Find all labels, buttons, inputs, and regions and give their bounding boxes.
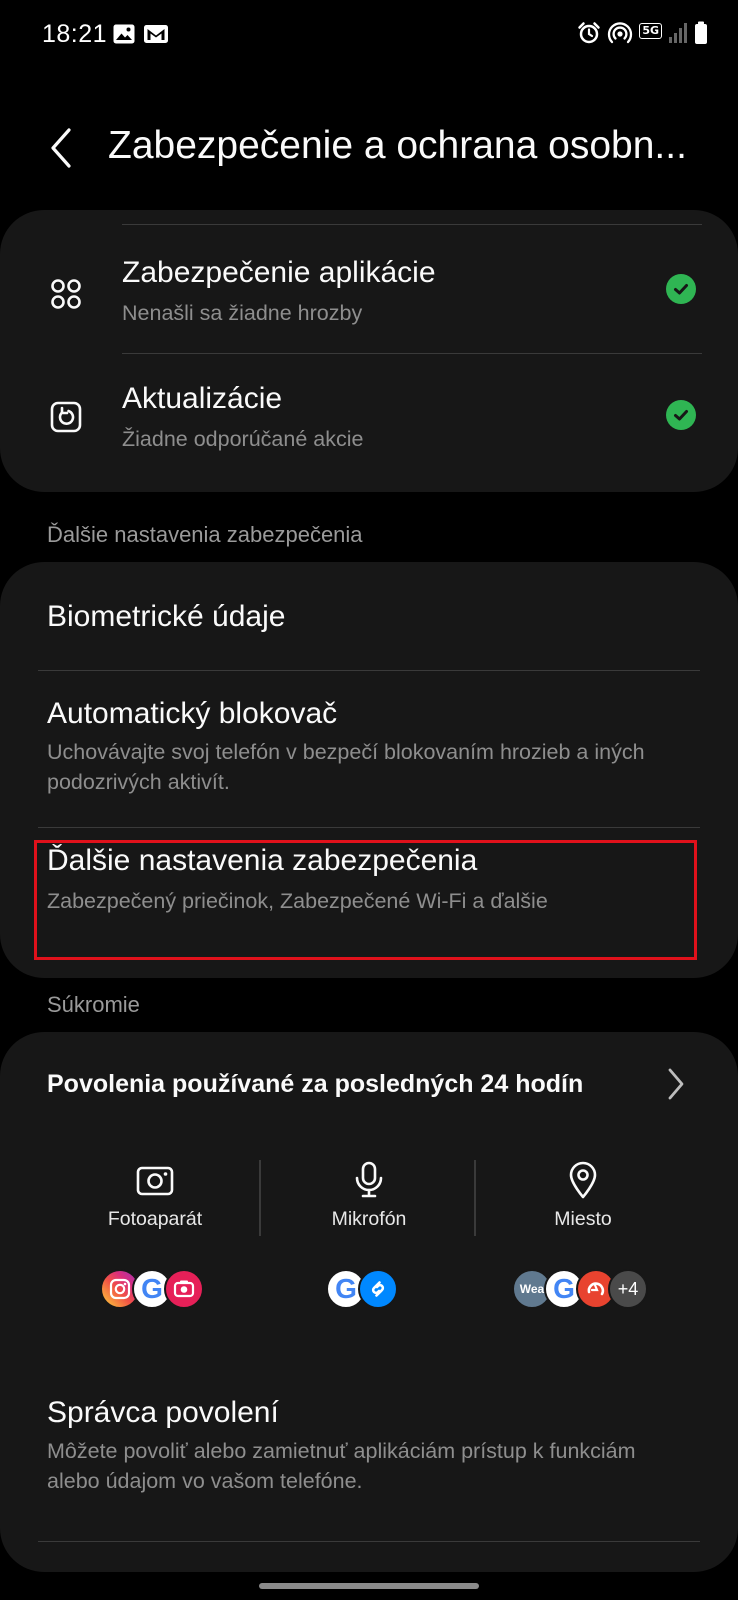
security-status-card: Zabezpečenie aplikácie Nenašli sa žiadne…: [0, 210, 738, 492]
more-apps-badge: +4: [608, 1269, 648, 1309]
permission-manager-row[interactable]: Správca povolení Môžete povoliť alebo za…: [0, 1380, 738, 1510]
auto-blocker-subtitle: Uchovávajte svoj telefón v bezpečí bloko…: [47, 740, 645, 794]
divider: [122, 224, 702, 225]
microphone-apps: G: [326, 1268, 398, 1310]
update-icon: [44, 395, 88, 439]
other-security-settings-row[interactable]: Ďalšie nastavenia zabezpečenia Zabezpeče…: [0, 828, 738, 978]
camera-app-icon: [164, 1269, 204, 1309]
clock: 18:21: [42, 20, 108, 48]
updates-row[interactable]: Aktualizácie Žiadne odporúčané akcie: [0, 354, 738, 480]
column-divider: [259, 1160, 261, 1236]
camera-apps: G: [100, 1268, 204, 1310]
app-security-subtitle: Nenašli sa žiadne hrozby: [122, 301, 363, 325]
biometrics-row[interactable]: Biometrické údaje: [0, 562, 738, 670]
updates-title: Aktualizácie: [122, 382, 283, 415]
gmail-icon: [143, 22, 169, 48]
shazam-icon: [358, 1269, 398, 1309]
status-icons: 5G: [577, 20, 708, 50]
auto-blocker-title: Automatický blokovač: [47, 697, 338, 730]
check-circle-icon: [666, 274, 696, 304]
other-security-settings-title: Ďalšie nastavenia zabezpečenia: [47, 844, 478, 877]
microphone-icon: [349, 1160, 389, 1200]
more-security-section-label: Ďalšie nastavenia zabezpečenia: [47, 522, 363, 547]
battery-icon: [694, 21, 708, 50]
divider: [38, 1541, 700, 1542]
app-security-row[interactable]: Zabezpečenie aplikácie Nenašli sa žiadne…: [0, 234, 738, 352]
network-5g-icon: 5G: [639, 23, 662, 39]
auto-blocker-row[interactable]: Automatický blokovač Uchovávajte svoj te…: [0, 671, 738, 821]
hotspot-icon: [607, 21, 633, 50]
check-circle-icon: [666, 400, 696, 430]
location-apps: Wea G +4: [512, 1268, 648, 1310]
chevron-right-icon: [662, 1064, 690, 1104]
page-title: Zabezpečenie a ochrana osobn...: [108, 124, 687, 167]
app-security-title: Zabezpečenie aplikácie: [122, 256, 436, 289]
gallery-icon: [112, 22, 138, 48]
permissions-24h-title: Povolenia používané za posledných 24 hod…: [47, 1070, 584, 1098]
alarm-icon: [577, 21, 601, 50]
other-security-settings-subtitle: Zabezpečený priečinok, Zabezpečené Wi-Fi…: [47, 889, 548, 913]
back-button[interactable]: [36, 118, 86, 178]
camera-label: Fotoaparát: [107, 1208, 203, 1230]
camera-icon: [135, 1160, 175, 1200]
location-label: Miesto: [554, 1208, 612, 1230]
location-icon: [563, 1160, 603, 1200]
header: Zabezpečenie a ochrana osobn...: [0, 100, 738, 200]
chevron-left-icon: [51, 128, 71, 168]
microphone-label: Mikrofón: [331, 1208, 407, 1230]
home-indicator[interactable]: [259, 1583, 479, 1589]
signal-icon: [668, 22, 688, 49]
biometrics-title: Biometrické údaje: [47, 600, 286, 633]
apps-grid-icon: [44, 272, 88, 316]
permissions-24h-row[interactable]: Povolenia používané za posledných 24 hod…: [0, 1040, 738, 1130]
more-security-card: Biometrické údaje Automatický blokovač U…: [0, 562, 738, 978]
privacy-section-label: Súkromie: [47, 992, 140, 1017]
permission-manager-subtitle: Môžete povoliť alebo zamietnuť aplikáciá…: [47, 1439, 636, 1493]
permission-manager-title: Správca povolení: [47, 1396, 279, 1429]
updates-subtitle: Žiadne odporúčané akcie: [122, 427, 364, 451]
status-bar: 18:21 5G: [0, 0, 738, 70]
